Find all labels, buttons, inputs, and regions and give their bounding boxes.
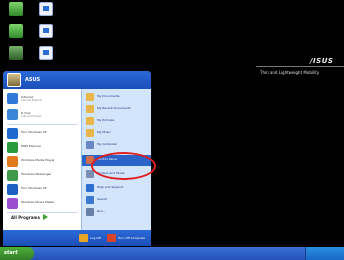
item-label: Search (97, 197, 108, 201)
recent-item[interactable]: Tour Windows XP (7, 127, 79, 141)
item-label: My Pictures (97, 118, 115, 122)
item-label: MSN Explorer (21, 144, 42, 148)
recycle-icon (9, 24, 23, 38)
internet-explorer-icon (7, 93, 18, 104)
menu-separator (7, 124, 77, 125)
media-player-icon (7, 156, 18, 167)
document-icon[interactable] (32, 2, 60, 18)
right-item-my-music[interactable]: My Music (86, 128, 148, 139)
item-label: Tour Windows XP (21, 186, 47, 190)
log-off-button[interactable]: Log Off (90, 236, 101, 240)
item-label: Windows Movie Maker (21, 200, 55, 204)
item-label: My Recent Documents (97, 106, 131, 110)
item-label: Windows Messenger (21, 172, 52, 176)
tour-icon (7, 184, 18, 195)
folder-icon (39, 24, 53, 38)
recent-item[interactable]: Windows Media Player (7, 155, 79, 169)
windows-tour-icon (7, 128, 18, 139)
run-icon (86, 208, 94, 216)
folder-icon (39, 46, 53, 60)
item-label: My Computer (97, 142, 118, 146)
right-item-my-documents[interactable]: My Documents (86, 92, 148, 103)
folder-icon (86, 117, 94, 125)
start-button[interactable]: start (0, 247, 34, 260)
help-icon (86, 184, 94, 192)
network-icon[interactable] (2, 46, 30, 62)
recent-item[interactable]: MSN Explorer (7, 141, 79, 155)
desktop: /ISUS Thin and Lightweight Mobility ASUS… (0, 0, 344, 260)
recent-item[interactable]: Windows Messenger (7, 169, 79, 183)
pinned-internet[interactable]: Internet Internet Explorer (7, 92, 79, 106)
start-menu-left-pane: Internet Internet Explorer E-mail Outloo… (3, 89, 81, 230)
start-menu-header: ASUS (3, 71, 151, 89)
user-name: ASUS (25, 77, 41, 83)
item-sub: Outlook Express (21, 115, 42, 118)
right-item-run[interactable]: Run... (86, 207, 148, 218)
item-label: Windows Media Player (21, 158, 55, 162)
email-icon (7, 109, 18, 120)
power-icon[interactable] (107, 234, 116, 242)
folder-icon (86, 129, 94, 137)
item-sub: Internet Explorer (21, 99, 43, 102)
right-item-search[interactable]: Search (86, 195, 148, 206)
turn-off-button[interactable]: Turn Off Computer (118, 236, 146, 240)
document-icon (39, 2, 53, 16)
recycle-icon[interactable] (2, 24, 30, 40)
brand-logo: /ISUS (310, 57, 334, 65)
my-computer-icon (9, 2, 23, 16)
item-label: Tour Windows XP (21, 130, 47, 134)
highlight-annotation (91, 152, 156, 180)
all-programs-button[interactable]: All Programs (11, 215, 40, 220)
recent-item[interactable]: Windows Movie Maker (7, 197, 79, 211)
folder-icon (86, 105, 94, 113)
folder-icon-2[interactable] (32, 46, 60, 62)
menu-separator (7, 212, 77, 213)
right-item-my-pictures[interactable]: My Pictures (86, 116, 148, 127)
search-icon (86, 196, 94, 204)
right-item-my-computer[interactable]: My Computer (86, 140, 148, 151)
start-menu-footer: Log Off Turn Off Computer (3, 230, 151, 246)
system-tray (305, 247, 344, 260)
taskbar: start (0, 247, 344, 260)
right-item-recent-documents[interactable]: My Recent Documents (86, 104, 148, 115)
user-avatar[interactable] (7, 73, 21, 87)
folder-icon (86, 93, 94, 101)
arrow-right-icon (43, 214, 48, 220)
my-computer-icon[interactable] (2, 2, 30, 18)
brand-tagline: Thin and Lightweight Mobility (260, 70, 320, 75)
item-label: My Music (97, 130, 111, 134)
item-label: Help and Support (97, 185, 124, 189)
pinned-email[interactable]: E-mail Outlook Express (7, 108, 79, 122)
messenger-icon (7, 170, 18, 181)
msn-icon (7, 142, 18, 153)
recent-item[interactable]: Tour Windows XP (7, 183, 79, 197)
folder-icon[interactable] (32, 24, 60, 40)
computer-icon (86, 141, 94, 149)
item-label: Run... (97, 209, 106, 213)
item-label: My Documents (97, 94, 120, 98)
right-item-help[interactable]: Help and Support (86, 183, 148, 194)
log-off-icon[interactable] (79, 234, 88, 242)
network-icon (9, 46, 23, 60)
movie-maker-icon (7, 198, 18, 209)
brand-divider (256, 66, 344, 67)
